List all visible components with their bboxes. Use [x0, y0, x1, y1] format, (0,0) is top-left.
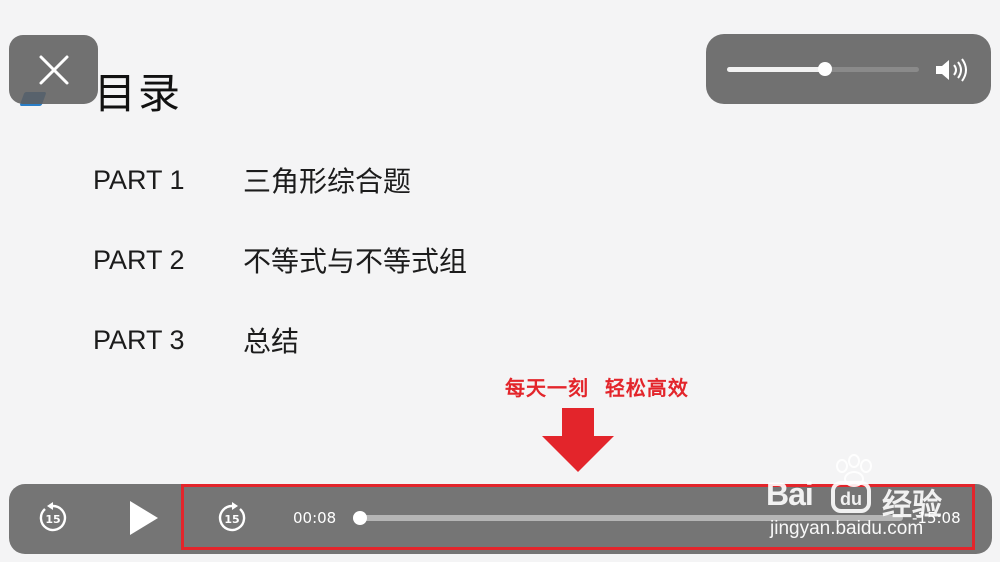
down-arrow-icon — [542, 408, 614, 472]
toc-item-1: PART 1 三角形综合题 — [93, 160, 411, 200]
volume-panel — [706, 34, 991, 104]
du-paw-icon: du — [831, 481, 871, 513]
volume-fill — [727, 67, 825, 72]
toc-part-label: PART 3 — [93, 324, 185, 355]
toc-item-2: PART 2 不等式与不等式组 — [93, 240, 467, 280]
skip-seconds-label: 15 — [45, 513, 60, 526]
baidu-watermark: Bai du 经验 jingyan.baidu.com — [760, 454, 1000, 544]
toc-text: 不等式与不等式组 — [243, 245, 468, 278]
volume-knob[interactable] — [817, 62, 832, 76]
toc-part-label: PART 2 — [93, 244, 185, 275]
rewind-15-button[interactable]: 15 — [34, 500, 72, 536]
close-icon — [39, 55, 68, 84]
toc-part-label: PART 1 — [93, 164, 185, 195]
speaker-icon[interactable] — [934, 56, 972, 84]
rewind-15-icon: 15 — [39, 502, 67, 532]
close-button[interactable] — [9, 35, 98, 104]
svg-text:du: du — [840, 489, 862, 509]
annotation-banner: 每天一刻 轻松高效 — [505, 376, 689, 400]
watermark-url: jingyan.baidu.com — [770, 518, 924, 539]
slide-title: 目录 — [94, 69, 183, 118]
toc-text: 三角形综合题 — [243, 165, 412, 198]
toc-item-3: PART 3 总结 — [93, 320, 299, 360]
toc-text: 总结 — [243, 325, 300, 358]
play-icon — [130, 501, 158, 535]
volume-slider[interactable] — [727, 62, 919, 76]
play-button[interactable] — [122, 497, 164, 539]
watermark-brand: Bai — [766, 476, 814, 512]
